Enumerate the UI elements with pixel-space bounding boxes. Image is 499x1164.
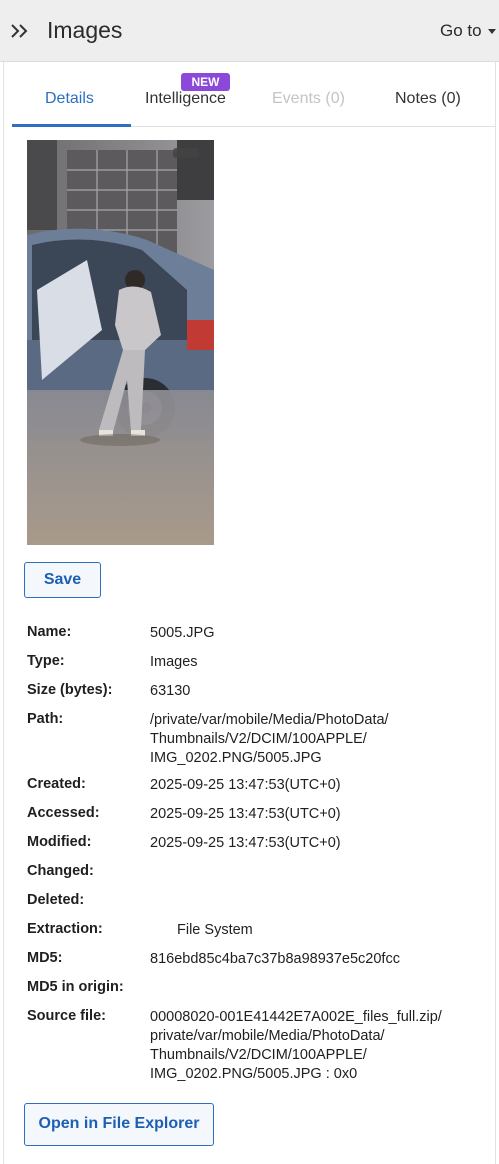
caret-down-icon (487, 29, 496, 35)
property-label: MD5 in origin: (27, 979, 124, 995)
property-label: Size (bytes): (27, 682, 113, 698)
tab-bar: Details NEW Intelligence Events (0) Note… (12, 70, 496, 127)
save-button[interactable]: Save (24, 562, 101, 598)
property-label: Accessed: (27, 805, 100, 821)
property-label: Path: (27, 711, 64, 727)
property-label: Changed: (27, 863, 94, 879)
property-value: File System (177, 922, 253, 938)
open-in-file-explorer-button[interactable]: Open in File Explorer (24, 1103, 214, 1146)
property-label: Name: (27, 624, 72, 640)
tab-notes[interactable]: Notes (0) (395, 90, 461, 108)
property-label: Extraction: (27, 921, 103, 937)
panel-header: Images Go to (0, 0, 499, 62)
tab-details[interactable]: Details (45, 90, 94, 108)
property-label: MD5: (27, 950, 63, 966)
property-label: Modified: (27, 834, 92, 850)
page-title: Images (47, 17, 123, 43)
property-value: 2025-09-25 13:47:53(UTC+0) (150, 777, 341, 793)
property-label: Created: (27, 776, 86, 792)
property-label: Source file: (27, 1008, 106, 1024)
tab-intelligence[interactable]: Intelligence (145, 90, 226, 108)
tab-events: Events (0) (272, 90, 345, 107)
property-value: 63130 (150, 683, 191, 699)
property-value: 2025-09-25 13:47:53(UTC+0) (150, 835, 341, 851)
property-value: Images (150, 654, 198, 670)
property-value: 2025-09-25 13:47:53(UTC+0) (150, 806, 341, 822)
goto-dropdown[interactable]: Go to (440, 21, 496, 41)
active-tab-indicator (12, 124, 131, 127)
image-preview (27, 140, 214, 545)
property-value: 5005.JPG (150, 625, 215, 641)
new-badge: NEW (181, 73, 230, 91)
property-label: Deleted: (27, 892, 85, 908)
property-value: 816ebd85c4ba7c37b8a98937e5c20fcc (150, 951, 400, 967)
goto-label: Go to (440, 21, 482, 40)
property-value: /private/var/mobile/Media/PhotoData/ Thu… (150, 712, 389, 766)
property-label: Type: (27, 653, 65, 669)
double-chevron-right-icon[interactable] (9, 20, 31, 42)
property-value: 00008020-001E41442E7A002E_files_full.zip… (150, 1009, 442, 1082)
